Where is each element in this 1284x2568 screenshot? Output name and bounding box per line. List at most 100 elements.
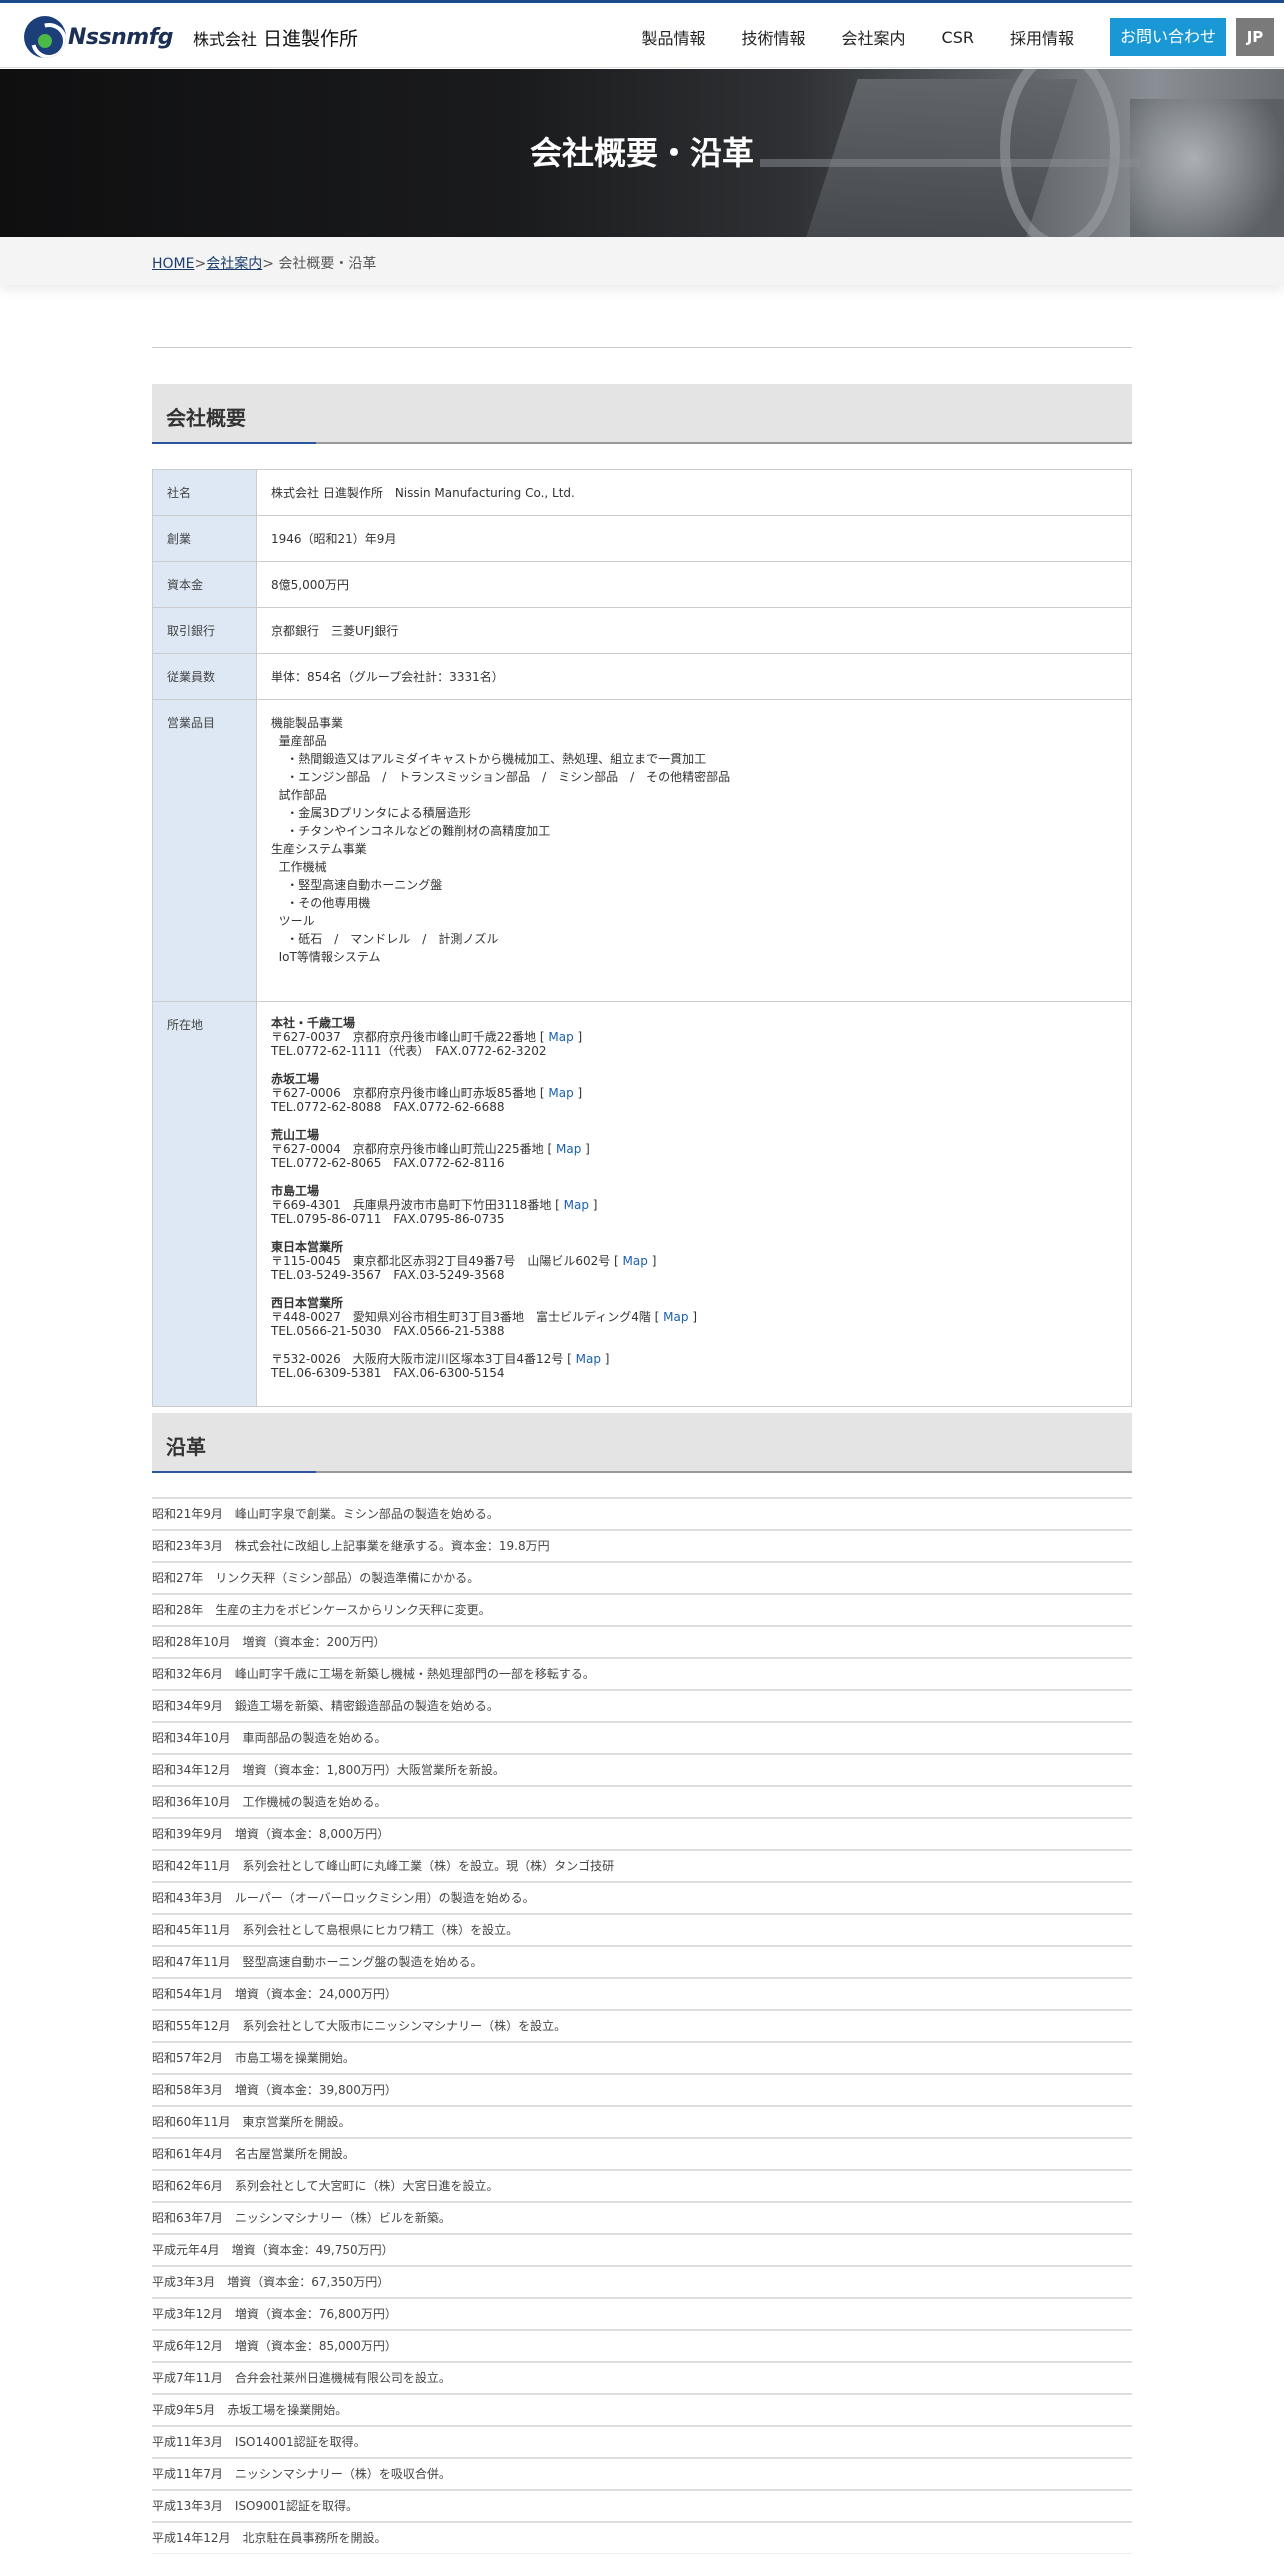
- history-item: 平成6年12月 増資（資本金：85,000万円）: [152, 2329, 1132, 2362]
- list-item: ・熱間鍛造又はアルミダイキャストから機械加工、熱処理、組立まで一貫加工: [271, 752, 707, 766]
- history-item: 昭和32年6月 峰山町字千歳に工場を新築し機械・熱処理部門の一部を移転する。: [152, 1657, 1132, 1690]
- nav-company[interactable]: 会社案内: [842, 25, 906, 49]
- history-item: 昭和28年10月 増資（資本金：200万円）: [152, 1625, 1132, 1658]
- list-item: ツール: [271, 914, 315, 928]
- list-item: ・チタンやインコネルなどの難削材の高精度加工: [271, 824, 551, 838]
- location-item: 西日本営業所 〒448-0027 愛知県刈谷市相生町3丁目3番地 富士ビルディング…: [271, 1296, 1117, 1338]
- site-logo[interactable]: Nssnmfg 株式会社 日進製作所: [24, 16, 358, 58]
- location-address: 〒627-0037 京都府京丹後市峰山町千歳22番地 [: [271, 1030, 545, 1044]
- map-link[interactable]: Map: [548, 1030, 573, 1044]
- list-item: 試作部品: [271, 788, 327, 802]
- history-item: 昭和34年12月 増資（資本金：1,800万円）大阪営業所を新設。: [152, 1753, 1132, 1786]
- language-button[interactable]: JP: [1236, 18, 1274, 56]
- list-item: ・竪型高速自動ホーニング盤: [271, 878, 443, 892]
- overview-heading-text: 会社概要: [166, 406, 246, 430]
- location-name: 東日本営業所: [271, 1240, 344, 1254]
- list-item: ・その他専用機: [271, 896, 371, 910]
- logo-mark-icon: [24, 16, 66, 58]
- page-title: 会社概要・沿革: [529, 134, 754, 172]
- location-tel: TEL.0566-21-5030 FAX.0566-21-5388: [271, 1324, 505, 1338]
- map-link[interactable]: Map: [556, 1142, 581, 1156]
- list-item: ・エンジン部品 / トランスミッション部品 / ミシン部品 / その他精密部品: [271, 770, 731, 784]
- row-label: 所在地: [152, 1001, 257, 1407]
- breadcrumb-company-link[interactable]: 会社案内: [206, 256, 262, 272]
- nav-technology[interactable]: 技術情報: [741, 25, 805, 49]
- table-row: 所在地 本社・千歳工場 〒627-0037 京都府京丹後市峰山町千歳22番地 [ …: [152, 1001, 1132, 1407]
- location-item: 東日本営業所 〒115-0045 東京都北区赤羽2丁目49番7号 山陽ビル602号…: [271, 1240, 1117, 1282]
- location-address: 〒532-0026 大阪府大阪市淀川区塚本3丁目4番12号 [: [271, 1352, 572, 1366]
- list-item: IoT等情報システム: [271, 950, 381, 964]
- location-tel: TEL.06-6309-5381 FAX.06-6300-5154: [271, 1366, 505, 1380]
- history-item: 平成14年12月 北京駐在員事務所を開設。: [152, 2521, 1132, 2554]
- history-heading: 沿革: [152, 1413, 1132, 1473]
- table-row: 従業員数 単体：854名（グループ会社計：3331名）: [152, 653, 1132, 700]
- location-tel: TEL.0772-62-1111（代表） FAX.0772-62-3202: [271, 1044, 547, 1058]
- global-nav: 製品情報 技術情報 会社案内 CSR 採用情報 お問い合わせ JP: [641, 18, 1274, 56]
- list-item: ・金属3Dプリンタによる積層造形: [271, 806, 471, 820]
- location-name: 市島工場: [271, 1184, 320, 1198]
- history-item: 平成3年12月 増資（資本金：76,800万円）: [152, 2297, 1132, 2330]
- history-item: 昭和57年2月 市島工場を操業開始。: [152, 2041, 1132, 2074]
- history-item: 昭和61年4月 名古屋営業所を開設。: [152, 2137, 1132, 2170]
- history-item: 昭和45年11月 系列会社として島根県にヒカワ精工（株）を設立。: [152, 1913, 1132, 1946]
- table-row: 創業 1946（昭和21）年9月: [152, 515, 1132, 562]
- location-item: 赤坂工場 〒627-0006 京都府京丹後市峰山町赤坂85番地 [ Map ] TE…: [271, 1072, 1117, 1114]
- row-label: 従業員数: [152, 653, 257, 700]
- nav-products[interactable]: 製品情報: [641, 25, 705, 49]
- history-item: 昭和36年10月 工作機械の製造を始める。: [152, 1785, 1132, 1818]
- history-item: 昭和39年9月 増資（資本金：8,000万円）: [152, 1817, 1132, 1850]
- history-item: 昭和34年10月 車両部品の製造を始める。: [152, 1721, 1132, 1754]
- list-item: 量産部品: [271, 734, 327, 748]
- products-list: 機能製品事業 量産部品 ・熱間鍛造又はアルミダイキャストから機械加工、熱処理、組…: [256, 699, 1132, 1002]
- company-name: 株式会社 日進製作所: [193, 27, 359, 50]
- nav-csr[interactable]: CSR: [942, 28, 974, 47]
- list-item: 工作機械: [271, 860, 327, 874]
- location-address: 〒448-0027 愛知県刈谷市相生町3丁目3番地 富士ビルディング4階 [: [271, 1310, 660, 1324]
- row-value: 1946（昭和21）年9月: [256, 515, 1132, 562]
- history-item: 昭和43年3月 ルーパー（オーバーロックミシン用）の製造を始める。: [152, 1881, 1132, 1914]
- location-item: 〒532-0026 大阪府大阪市淀川区塚本3丁目4番12号 [ Map ] TEL…: [271, 1352, 610, 1380]
- heading-accent: [152, 442, 316, 444]
- history-item: 昭和58年3月 増資（資本金：39,800万円）: [152, 2073, 1132, 2106]
- history-item: 平成11年7月 ニッシンマシナリー（株）を吸収合併。: [152, 2457, 1132, 2490]
- history-item: 昭和34年9月 鍛造工場を新築、精密鍛造部品の製造を始める。: [152, 1689, 1132, 1722]
- location-address: 〒669-4301 兵庫県丹波市市島町下竹田3118番地 [: [271, 1198, 560, 1212]
- row-value: 単体：854名（グループ会社計：3331名）: [256, 653, 1132, 700]
- breadcrumb-home-link[interactable]: HOME: [152, 256, 194, 272]
- location-name: 本社・千歳工場: [271, 1016, 356, 1030]
- table-row: 取引銀行 京都銀行 三菱UFJ銀行: [152, 607, 1132, 654]
- row-value: 京都銀行 三菱UFJ銀行: [256, 607, 1132, 654]
- history-item: 昭和54年1月 増資（資本金：24,000万円）: [152, 1977, 1132, 2010]
- location-item: 荒山工場 〒627-0004 京都府京丹後市峰山町荒山225番地 [ Map ] T…: [271, 1128, 1117, 1170]
- history-item: 平成13年3月 ISO9001認証を取得。: [152, 2489, 1132, 2522]
- row-label: 営業品目: [152, 699, 257, 1002]
- history-item: 昭和28年 生産の主力をボビンケースからリンク天秤に変更。: [152, 1593, 1132, 1626]
- history-item: 昭和23年3月 株式会社に改組し上記事業を継承する。資本金：19.8万円: [152, 1529, 1132, 1562]
- history-item: 平成7年11月 合弁会社莱州日進機械有限公司を設立。: [152, 2361, 1132, 2394]
- location-name: 西日本営業所: [271, 1296, 344, 1310]
- contact-button[interactable]: お問い合わせ: [1109, 18, 1226, 56]
- location-item: 市島工場 〒669-4301 兵庫県丹波市市島町下竹田3118番地 [ Map ]…: [271, 1184, 1117, 1226]
- history-item: 昭和63年7月 ニッシンマシナリー（株）ビルを新築。: [152, 2201, 1132, 2234]
- map-link[interactable]: Map: [548, 1086, 573, 1100]
- history-heading-text: 沿革: [166, 1435, 206, 1459]
- map-link[interactable]: Map: [623, 1254, 648, 1268]
- history-item: 昭和55年12月 系列会社として大阪市にニッシンマシナリー（株）を設立。: [152, 2009, 1132, 2042]
- map-link[interactable]: Map: [564, 1198, 589, 1212]
- company-overview-table: 社名 株式会社 日進製作所 Nissin Manufacturing Co., L…: [152, 469, 1132, 1407]
- map-link[interactable]: Map: [663, 1310, 688, 1324]
- history-list: 昭和21年9月 峰山町字泉で創業。ミシン部品の製造を始める。 昭和23年3月 株式…: [152, 1497, 1132, 2554]
- nav-recruit[interactable]: 採用情報: [1010, 25, 1074, 49]
- row-value: 株式会社 日進製作所 Nissin Manufacturing Co., Ltd…: [256, 469, 1132, 516]
- location-address: 〒627-0004 京都府京丹後市峰山町荒山225番地 [: [271, 1142, 553, 1156]
- history-item: 昭和21年9月 峰山町字泉で創業。ミシン部品の製造を始める。: [152, 1497, 1132, 1530]
- history-item: 平成11年3月 ISO14001認証を取得。: [152, 2425, 1132, 2458]
- breadcrumb-current: 会社概要・沿革: [278, 256, 377, 272]
- list-item: 生産システム事業: [271, 842, 367, 856]
- map-link[interactable]: Map: [576, 1352, 601, 1366]
- location-name: 赤坂工場: [271, 1072, 320, 1086]
- history-item: 昭和60年11月 東京営業所を開設。: [152, 2105, 1132, 2138]
- location-address: 〒115-0045 東京都北区赤羽2丁目49番7号 山陽ビル602号 [: [271, 1254, 619, 1268]
- site-header: Nssnmfg 株式会社 日進製作所 製品情報 技術情報 会社案内 CSR 採用情…: [0, 3, 1284, 68]
- history-item: 平成元年4月 増資（資本金：49,750万円）: [152, 2233, 1132, 2266]
